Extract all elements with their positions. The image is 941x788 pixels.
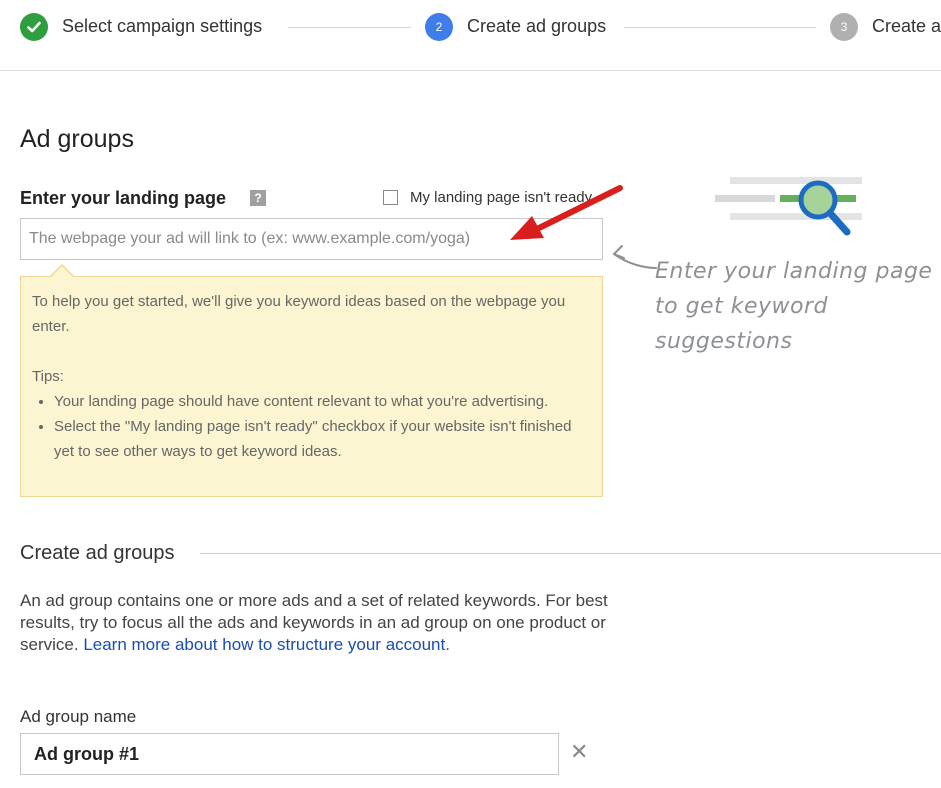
create-ad-groups-description: An ad group contains one or more ads and…: [20, 590, 610, 656]
progress-steps: Select campaign settings 2 Create ad gro…: [0, 0, 941, 71]
step-3-number: 3: [830, 13, 858, 41]
tip-item: Your landing page should have content re…: [54, 389, 591, 414]
step-connector: [624, 27, 816, 28]
step-2-label: Create ad groups: [467, 16, 607, 36]
step-3-label: Create a: [872, 16, 941, 36]
step-complete-check-icon: [20, 13, 48, 41]
tip-item: Select the "My landing page isn't ready"…: [54, 414, 591, 464]
step-1-label[interactable]: Select campaign settings: [62, 16, 262, 37]
remove-ad-group-icon[interactable]: ✕: [570, 739, 588, 765]
hint-arrow-icon: [613, 245, 657, 269]
landing-not-ready-checkbox[interactable]: [383, 190, 398, 205]
tips-list: Your landing page should have content re…: [32, 389, 591, 464]
tips-heading: Tips:: [32, 368, 64, 385]
section-divider: [200, 553, 941, 554]
step-connector: [288, 27, 411, 28]
tip-pointer-fill: [51, 266, 73, 277]
landing-page-label: Enter your landing page: [20, 188, 227, 208]
magnifier-keywords-icon: [715, 177, 862, 236]
landing-hint-text: Enter your landing page to get keyword s…: [655, 259, 933, 354]
tip-intro: To help you get started, we'll give you …: [32, 293, 566, 335]
tip-box: To help you get started, we'll give you …: [20, 276, 603, 497]
ad-group-name-label: Ad group name: [20, 707, 137, 726]
ad-group-name-input[interactable]: [20, 733, 559, 775]
create-ad-groups-heading: Create ad groups: [20, 542, 189, 565]
page-title: Ad groups: [20, 125, 134, 153]
learn-more-link[interactable]: Learn more about how to structure your a…: [83, 635, 450, 654]
tip-spacer: [32, 339, 591, 364]
help-icon[interactable]: ?: [250, 190, 266, 206]
step-2-number: 2: [425, 13, 453, 41]
